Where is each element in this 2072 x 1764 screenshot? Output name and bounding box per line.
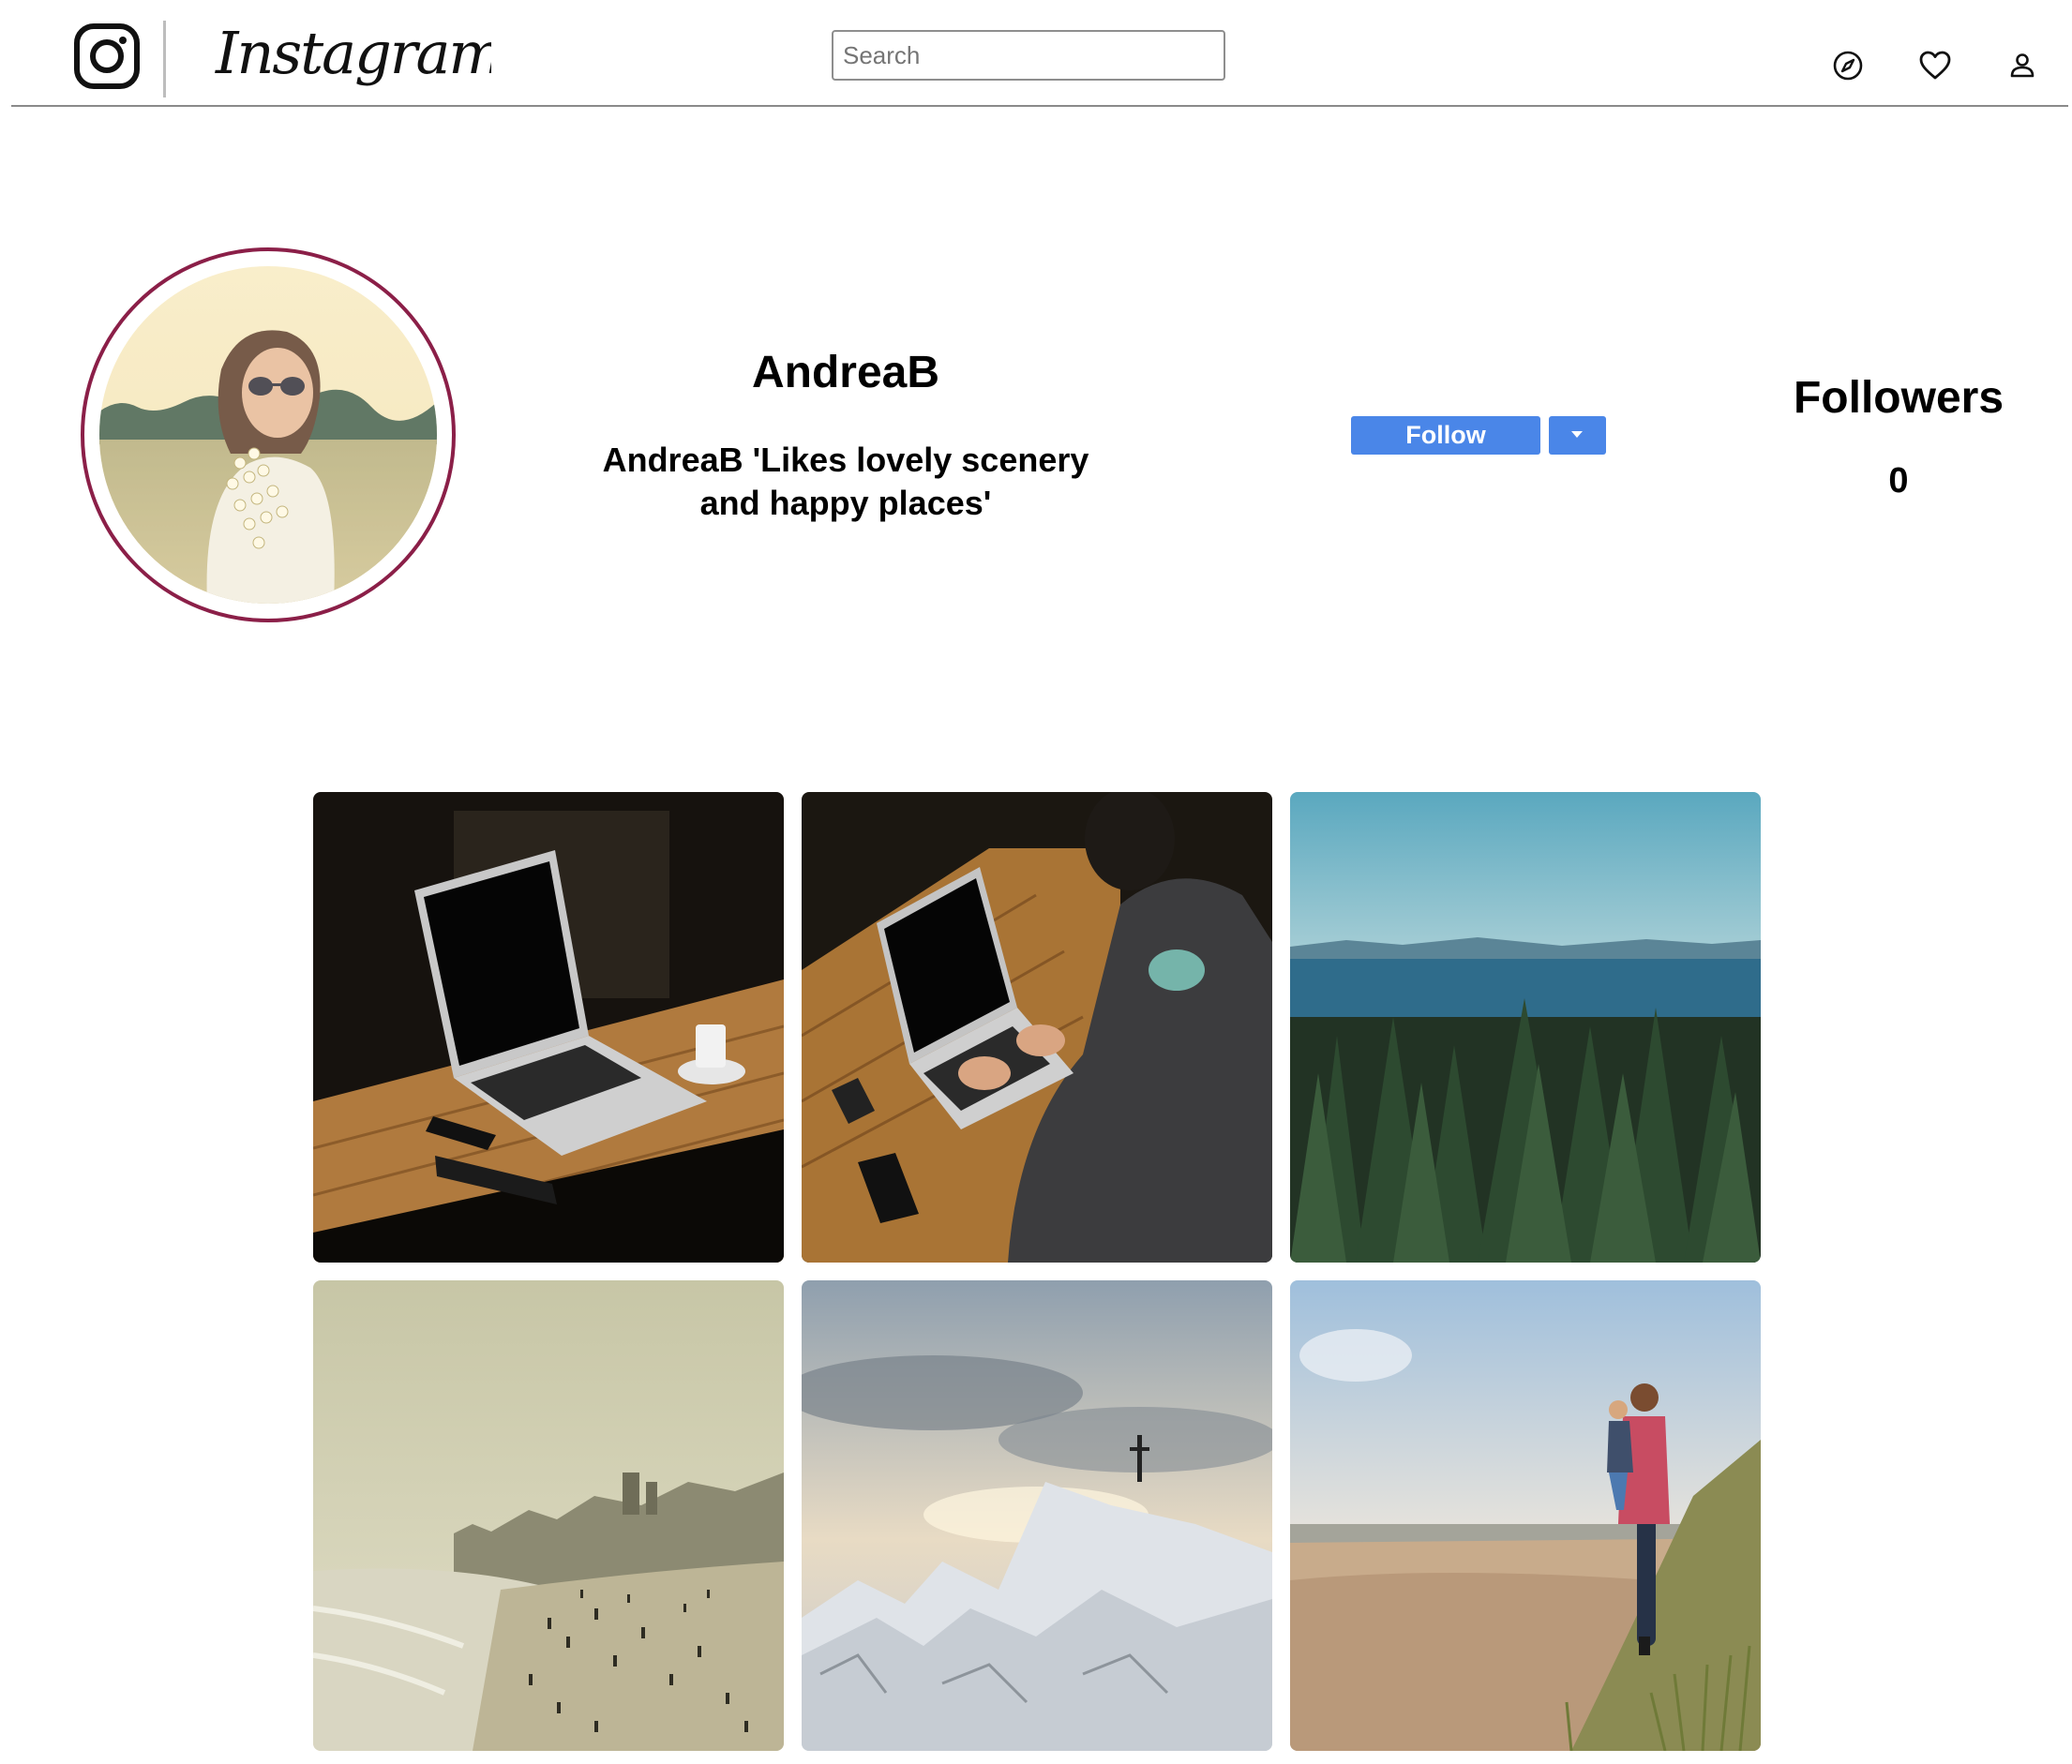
instagram-wordmark-logo[interactable]: Instagram — [210, 7, 491, 101]
follow-button[interactable]: Follow — [1351, 416, 1540, 455]
profile-bio: AndreaB 'Likes lovely scenery and happy … — [602, 441, 1089, 522]
header-divider — [163, 21, 166, 97]
post-thumbnail[interactable] — [1290, 792, 1761, 1263]
top-nav-bar: Instagram — [11, 0, 2068, 107]
followers-count: 0 — [1888, 461, 1909, 501]
compass-icon[interactable] — [1829, 47, 1867, 84]
svg-text:Instagram: Instagram — [215, 19, 491, 87]
post-thumbnail[interactable] — [313, 1280, 784, 1751]
search-input[interactable] — [832, 30, 1225, 81]
post-thumbnail[interactable] — [802, 792, 1272, 1263]
follow-options-dropdown[interactable] — [1549, 416, 1606, 455]
person-icon[interactable] — [2004, 47, 2041, 84]
avatar[interactable] — [99, 266, 437, 604]
post-thumbnail[interactable] — [802, 1280, 1272, 1751]
heart-icon[interactable] — [1916, 47, 1954, 84]
post-thumbnail[interactable] — [313, 792, 784, 1263]
post-thumbnail[interactable] — [1290, 1280, 1761, 1751]
profile-username: AndreaB — [751, 348, 940, 397]
caret-down-icon — [1571, 431, 1583, 438]
instagram-camera-icon[interactable] — [71, 21, 143, 92]
followers-label: Followers — [1793, 373, 2004, 423]
